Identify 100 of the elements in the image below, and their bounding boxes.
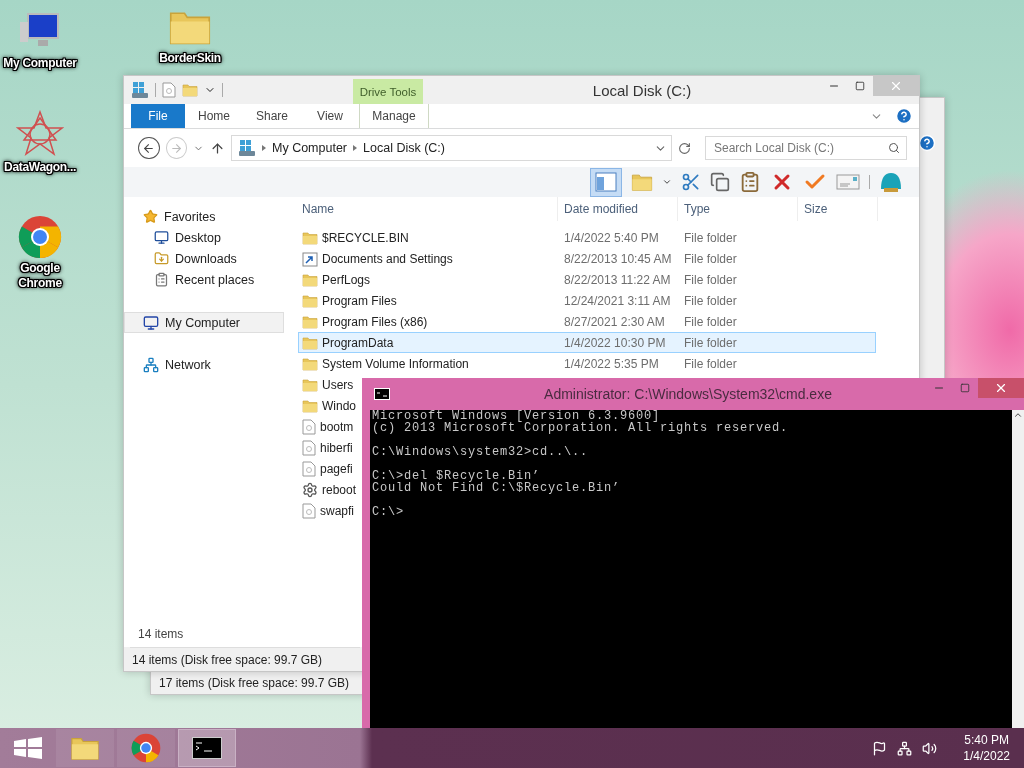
preview-pane-button[interactable] (590, 167, 622, 197)
folder-icon (302, 334, 318, 351)
column-header[interactable]: Type (678, 197, 798, 221)
context-tab-group: Drive Tools (353, 79, 423, 104)
nav-item[interactable]: My Computer (124, 312, 284, 333)
status-text: 14 items (Disk free space: 99.7 GB) (132, 652, 323, 667)
network-icon (143, 356, 159, 373)
folder-icon (302, 271, 318, 288)
file-row[interactable]: PerfLogs 8/22/2013 11:22 AM File folder (298, 269, 876, 290)
folder-icon (302, 292, 318, 309)
column-header[interactable]: Date modified (558, 197, 678, 221)
file-row[interactable]: ProgramData 1/4/2022 10:30 PM File folder (298, 332, 876, 353)
file-icon (302, 439, 316, 456)
flag-icon[interactable] (872, 740, 888, 756)
nav-item[interactable]: Desktop (124, 227, 284, 248)
back-button[interactable] (138, 137, 160, 159)
dropdown-icon[interactable] (662, 177, 672, 187)
file-row[interactable]: System Volume Information 1/4/2022 5:35 PM File folder (298, 353, 876, 374)
file-row[interactable]: reboot (298, 479, 358, 500)
refresh-button[interactable] (678, 141, 691, 155)
search-icon[interactable] (888, 142, 900, 154)
column-header[interactable]: Name (296, 197, 558, 221)
console-line: C:\Windows\system32>cd..\.. (372, 446, 590, 458)
file-icon (302, 418, 316, 435)
file-row[interactable]: hiberfi (298, 437, 354, 458)
file-name: ProgramData (322, 335, 394, 350)
paste-icon[interactable] (739, 171, 761, 193)
file-name: pagefi (320, 461, 353, 476)
console-line: Microsoft Windows [Version 6.3.9600] (372, 410, 661, 422)
file-type: File folder (683, 314, 738, 329)
item-count: 14 items (138, 627, 184, 641)
up-button[interactable] (210, 140, 225, 156)
console-line: C:\>del $Recycle.Bin’ (372, 470, 541, 482)
nav-item[interactable]: Recent places (124, 269, 284, 290)
file-name: Program Files (x86) (322, 314, 428, 329)
file-row[interactable]: Program Files 12/24/2021 3:11 AM File folder (298, 290, 876, 311)
copy-icon[interactable] (710, 172, 730, 192)
nav-item[interactable]: Downloads (124, 248, 284, 269)
file-row[interactable]: Documents and Settings 8/22/2013 10:45 AM File folder (298, 248, 876, 269)
file-type: File folder (683, 335, 738, 350)
date-modified: 8/27/2021 2:30 AM (563, 314, 666, 329)
scrollbar[interactable] (1012, 410, 1024, 728)
ribbon-tab[interactable]: File (131, 104, 185, 128)
file-row[interactable]: Windo (298, 395, 357, 416)
file-row[interactable]: Users (298, 374, 355, 395)
file-name: Program Files (322, 293, 397, 308)
file-row[interactable]: Program Files (x86) 8/27/2021 2:30 AM File folder (298, 311, 876, 332)
clock[interactable]: 5:40 PM 1/4/2022 (963, 732, 1010, 764)
browser-icon (18, 215, 62, 259)
refresh-icon (678, 141, 691, 155)
network-icon[interactable] (897, 740, 913, 756)
gear-icon (302, 481, 318, 498)
folder-icon (302, 397, 318, 414)
date-modified: 1/4/2022 10:30 PM (563, 335, 667, 350)
ribbon-tab[interactable]: Manage (359, 104, 429, 128)
search-field[interactable]: Search Local Disk (C:) (705, 136, 907, 160)
maximize-icon (855, 81, 865, 91)
forward-arrow-icon (169, 141, 183, 155)
star-icon (143, 209, 158, 224)
date-modified: 8/22/2013 10:45 AM (563, 251, 673, 266)
nav-item[interactable]: Network (124, 354, 284, 375)
shortcut-icon (302, 250, 318, 267)
breadcrumb[interactable]: My Computer (272, 141, 348, 155)
date-modified: 12/24/2021 3:11 AM (563, 293, 672, 308)
monitor-icon (154, 230, 169, 245)
console-icon (374, 388, 390, 400)
nav-item[interactable]: Favorites (124, 206, 284, 227)
folder-icon (182, 82, 198, 98)
console-line: Could Not Find C:\$Recycle.Bin’ (372, 482, 622, 494)
speaker-icon[interactable] (922, 740, 938, 756)
breadcrumb[interactable]: Local Disk (C:) (363, 141, 445, 155)
close-icon (889, 79, 903, 93)
pane-icon (595, 172, 617, 192)
console-line: C:\> (372, 506, 405, 518)
file-row[interactable]: pagefi (298, 458, 354, 479)
file-name: System Volume Information (322, 356, 469, 371)
drive-icon (238, 139, 256, 157)
envelope-icon[interactable] (836, 174, 860, 190)
address-bar[interactable]: My Computer Local Disk (C:) (231, 135, 672, 161)
cut-icon[interactable] (681, 172, 701, 192)
scroll-up-icon[interactable] (1013, 410, 1023, 420)
folder-icon (302, 376, 318, 393)
folder-options-icon (631, 171, 653, 193)
console-line: (c) 2013 Microsoft Corporation. All rights reserved. (372, 422, 790, 434)
file-row[interactable]: $RECYCLE.BIN 1/4/2022 5:40 PM File folder (298, 227, 876, 248)
file-icon (302, 502, 316, 519)
date-modified: 8/22/2013 11:22 AM (563, 272, 672, 287)
file-type: File folder (683, 356, 738, 371)
column-header[interactable]: Size (798, 197, 878, 221)
close-button[interactable] (978, 378, 1024, 398)
file-row[interactable]: bootm (298, 416, 355, 437)
file-name: Users (322, 377, 354, 392)
taskbar-app[interactable] (178, 729, 236, 767)
help-icon[interactable] (895, 107, 913, 125)
status-text: 17 items (Disk free space: 99.7 GB) (159, 675, 350, 690)
file-name: hiberfi (320, 440, 353, 455)
folder-icon (302, 229, 318, 246)
file-type: File folder (683, 251, 738, 266)
computer-icon (143, 314, 159, 331)
file-row[interactable]: swapfi (298, 500, 355, 521)
